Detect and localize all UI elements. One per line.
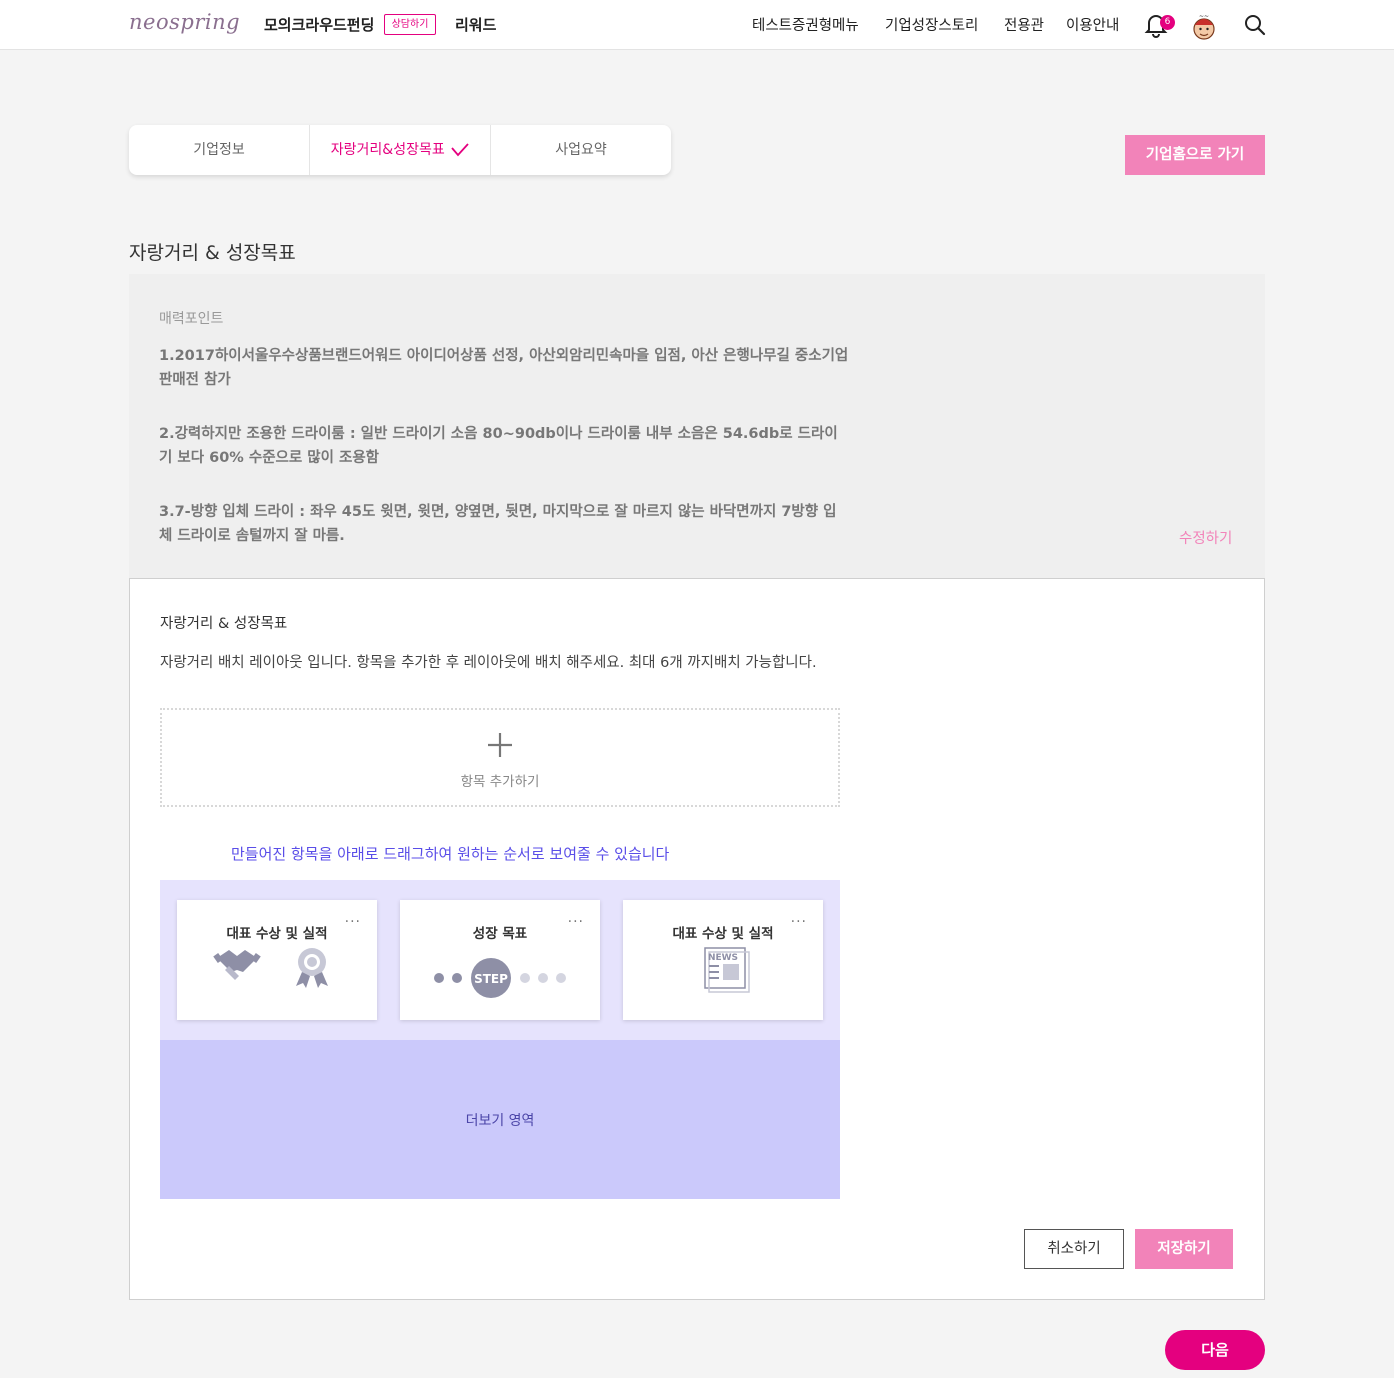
step-tabs: 기업정보 자랑거리&성장목표 사업요약 [129, 125, 671, 175]
add-item-label: 항목 추가하기 [460, 774, 540, 790]
step-label: STEP [474, 972, 508, 986]
nav-reward[interactable]: 리워드 [455, 14, 496, 35]
appeal-points-label: 매력포인트 [159, 311, 224, 327]
tab-label: 사업요약 [555, 142, 607, 158]
check-icon [451, 143, 469, 157]
appeal-point-item: 1.2017하이서울우수상품브랜드어워드 아이디어상품 선정, 아산외암리민속마… [159, 348, 849, 388]
add-item-button[interactable]: 항목 추가하기 [160, 708, 840, 807]
search-icon[interactable] [1243, 13, 1267, 37]
more-menu-icon[interactable]: ··· [791, 914, 807, 930]
go-company-home-button[interactable]: 기업홈으로 가기 [1125, 135, 1265, 175]
site-logo[interactable]: neospring [129, 10, 240, 34]
notification-count-badge: 6 [1160, 15, 1175, 30]
panel-title: 자랑거리 & 성장목표 [160, 616, 288, 632]
more-area-label: 더보기 영역 [465, 1113, 535, 1129]
svg-text:~~: ~~ [1199, 13, 1209, 20]
news-label: NEWS [708, 953, 738, 963]
more-menu-icon[interactable]: ··· [345, 914, 361, 930]
layout-card[interactable]: 성장 목표 ··· STEP [400, 900, 600, 1020]
more-menu-icon[interactable]: ··· [568, 914, 584, 930]
nav-test-securities[interactable]: 테스트증권형메뉴 [752, 14, 859, 35]
step-progress-icon: STEP [434, 958, 566, 998]
handshake-award-icon [213, 948, 328, 988]
news-icon: NEWS [704, 947, 750, 993]
save-button[interactable]: 저장하기 [1135, 1229, 1233, 1269]
appeal-points-box: 매력포인트 1.2017하이서울우수상품브랜드어워드 아이디어상품 선정, 아산… [129, 274, 1265, 579]
tab-label: 기업정보 [193, 142, 245, 158]
layout-card[interactable]: 대표 수상 및 실적 ··· NEWS [623, 900, 823, 1020]
appeal-point-item: 2.강력하지만 조용한 드라이룸 : 일반 드라이기 소음 80~90db이나 … [159, 426, 838, 466]
top-header: neospring 모의크라우드펀딩 상담하기 리워드 테스트증권형메뉴 기업성… [0, 0, 1394, 50]
cancel-button[interactable]: 취소하기 [1024, 1229, 1124, 1269]
tab-company-info[interactable]: 기업정보 [129, 125, 310, 175]
tab-business-summary[interactable]: 사업요약 [491, 125, 671, 175]
consult-badge[interactable]: 상담하기 [384, 14, 436, 35]
more-area[interactable]: 더보기 영역 [160, 1040, 840, 1199]
nav-exclusive[interactable]: 전용관 [1004, 14, 1044, 35]
next-button[interactable]: 다음 [1165, 1330, 1265, 1370]
layout-drop-area[interactable]: 대표 수상 및 실적 ··· 성장 목표 ··· STEP 대표 수상 및 실적… [160, 880, 840, 1040]
panel-description: 자랑거리 배치 레이아웃 입니다. 항목을 추가한 후 레이아웃에 배치 해주세… [160, 655, 817, 671]
nav-guide[interactable]: 이용안내 [1066, 14, 1119, 35]
plus-icon [488, 733, 512, 757]
nav-growth-story[interactable]: 기업성장스토리 [885, 14, 978, 35]
avatar[interactable]: ~~ [1190, 11, 1218, 41]
tab-pride-goals[interactable]: 자랑거리&성장목표 [310, 125, 491, 175]
section-title: 자랑거리 & 성장목표 [129, 242, 296, 264]
layout-card[interactable]: 대표 수상 및 실적 ··· [177, 900, 377, 1020]
drag-hint: 만들어진 항목을 아래로 드래그하여 원하는 순서로 보여줄 수 있습니다 [231, 845, 670, 863]
tab-label: 자랑거리&성장목표 [330, 142, 445, 158]
layout-edit-panel: 자랑거리 & 성장목표 자랑거리 배치 레이아웃 입니다. 항목을 추가한 후 … [129, 578, 1265, 1300]
edit-link[interactable]: 수정하기 [1179, 527, 1232, 548]
appeal-point-item: 3.7-방향 입체 드라이 : 좌우 45도 윗면, 윗면, 양옆면, 뒷면, … [159, 504, 837, 544]
nav-mock-crowdfunding[interactable]: 모의크라우드펀딩 [264, 14, 374, 35]
